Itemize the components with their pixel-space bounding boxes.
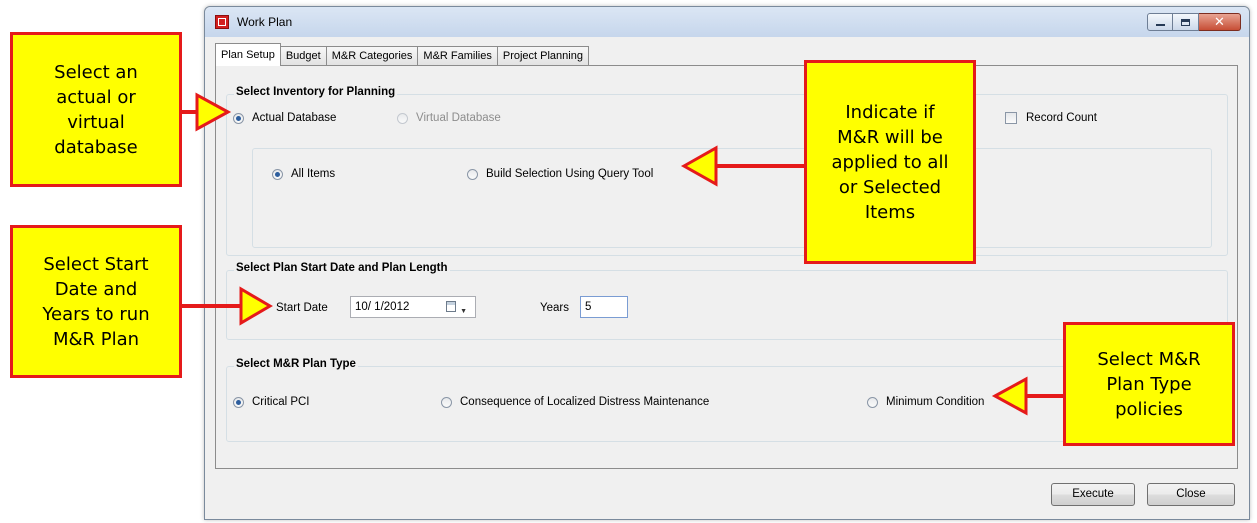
callout-line: policies	[1115, 398, 1183, 420]
checkbox-box	[1005, 112, 1017, 124]
window-controls: ✕	[1147, 13, 1241, 31]
radio-dot	[867, 396, 878, 408]
radio-dot	[397, 112, 408, 124]
tab-project-planning[interactable]: Project Planning	[496, 46, 589, 66]
critical-pci-label: Critical PCI	[252, 396, 310, 408]
callout-line: M&R Plan	[52, 328, 140, 350]
minimize-icon	[1155, 24, 1165, 26]
actual-database-label: Actual Database	[252, 112, 337, 124]
tab-budget[interactable]: Budget	[279, 46, 327, 66]
callout-line: Select an	[54, 61, 138, 83]
callout-line: actual or	[56, 86, 136, 108]
radio-dot	[467, 168, 478, 180]
plan-type-group-title: Select M&R Plan Type	[234, 358, 358, 370]
callout-line: Date and	[54, 278, 138, 300]
close-button[interactable]: Close	[1147, 483, 1235, 506]
inventory-group-title: Select Inventory for Planning	[234, 86, 398, 98]
work-plan-app-icon	[215, 15, 229, 29]
callout-line: Items	[864, 201, 916, 223]
critical-pci-radio[interactable]: Critical PCI	[233, 396, 310, 408]
window-title: Work Plan	[237, 15, 293, 29]
minimum-condition-radio[interactable]: Minimum Condition	[867, 396, 984, 408]
chevron-down-icon[interactable]: ▼	[460, 302, 467, 322]
callout-line: Indicate if	[845, 101, 935, 123]
minimize-button[interactable]	[1147, 13, 1173, 31]
tab-mr-categories[interactable]: M&R Categories	[325, 46, 419, 66]
callout-line: database	[54, 136, 138, 158]
close-icon: ✕	[1214, 14, 1225, 30]
start-date-value: 10/ 1/2012	[355, 301, 410, 313]
all-items-radio[interactable]: All Items	[272, 168, 335, 180]
callout-line: applied to all	[831, 151, 949, 173]
window-close-button[interactable]: ✕	[1199, 13, 1241, 31]
virtual-database-radio[interactable]: Virtual Database	[397, 112, 501, 124]
dates-callout-text: Select Start Date and Years to run M&R P…	[42, 252, 149, 352]
years-label: Years	[540, 302, 569, 314]
radio-dot	[233, 112, 244, 124]
execute-button[interactable]: Execute	[1051, 483, 1135, 506]
radio-dot	[272, 168, 283, 180]
tab-strip: Plan Setup Budget M&R Categories M&R Fam…	[215, 43, 589, 66]
start-date-label: Start Date	[276, 302, 328, 314]
database-callout-text: Select an actual or virtual database	[54, 60, 138, 160]
radio-dot	[233, 396, 244, 408]
plan-type-callout-text: Select M&R Plan Type policies	[1097, 347, 1200, 422]
database-callout: Select an actual or virtual database	[10, 32, 182, 187]
query-tool-label: Build Selection Using Query Tool	[486, 168, 654, 180]
radio-dot	[441, 396, 452, 408]
maximize-icon	[1181, 18, 1190, 26]
maximize-button[interactable]	[1173, 13, 1199, 31]
plan-date-group-title: Select Plan Start Date and Plan Length	[234, 262, 450, 274]
calendar-icon[interactable]	[446, 301, 456, 312]
items-callout-text: Indicate if M&R will be applied to all o…	[832, 100, 949, 225]
all-items-label: All Items	[291, 168, 336, 180]
tab-mr-families[interactable]: M&R Families	[417, 46, 498, 66]
consequence-label: Consequence of Localized Distress Mainte…	[460, 396, 710, 408]
callout-line: Years to run	[42, 303, 150, 325]
years-input[interactable]: 5	[580, 296, 628, 318]
title-bar[interactable]: Work Plan ✕	[205, 7, 1249, 37]
query-tool-radio[interactable]: Build Selection Using Query Tool	[467, 168, 653, 180]
tab-plan-setup[interactable]: Plan Setup	[215, 43, 281, 66]
actual-database-radio[interactable]: Actual Database	[233, 112, 336, 124]
record-count-checkbox[interactable]: Record Count	[1005, 112, 1097, 124]
consequence-radio[interactable]: Consequence of Localized Distress Mainte…	[441, 396, 709, 408]
items-callout: Indicate if M&R will be applied to all o…	[804, 60, 976, 264]
callout-line: virtual	[67, 111, 125, 133]
callout-line: Plan Type	[1106, 373, 1192, 395]
start-date-picker[interactable]: 10/ 1/2012 ▼	[350, 296, 476, 318]
plan-type-callout: Select M&R Plan Type policies	[1063, 322, 1235, 446]
minimum-condition-label: Minimum Condition	[886, 396, 985, 408]
callout-line: or Selected	[838, 176, 942, 198]
callout-line: Select Start	[43, 253, 149, 275]
virtual-database-label: Virtual Database	[416, 112, 501, 124]
item-selection-group	[252, 148, 1212, 248]
record-count-label: Record Count	[1026, 112, 1097, 124]
callout-line: M&R will be	[837, 126, 943, 148]
dates-callout: Select Start Date and Years to run M&R P…	[10, 225, 182, 378]
callout-line: Select M&R	[1097, 348, 1201, 370]
